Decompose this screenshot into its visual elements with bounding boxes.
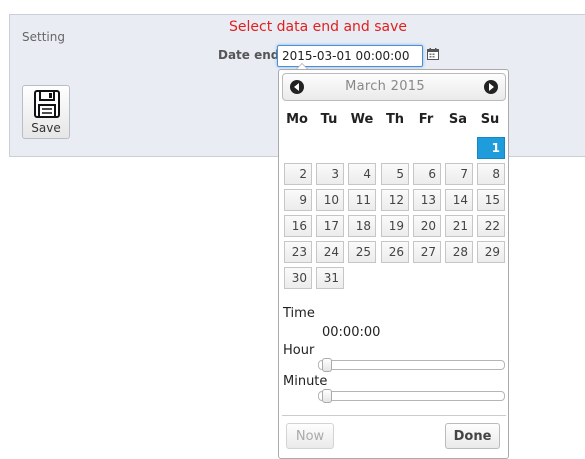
calendar-day[interactable]: 12 — [381, 189, 409, 211]
weekday-header: We — [350, 112, 374, 127]
calendar-day[interactable]: 17 — [316, 215, 344, 237]
calendar-day[interactable]: 14 — [445, 189, 473, 211]
save-button-label: Save — [31, 121, 61, 135]
minute-label: Minute — [283, 374, 328, 389]
calendar-day[interactable]: 3 — [316, 163, 344, 185]
chevron-right-icon — [489, 83, 494, 91]
floppy-disk-icon — [34, 90, 60, 118]
calendar-day[interactable]: 25 — [348, 241, 376, 263]
calendar-day[interactable]: 2 — [284, 163, 312, 185]
calendar-day[interactable]: 8 — [477, 163, 505, 185]
calendar-day[interactable]: 9 — [284, 189, 312, 211]
weekday-header: Fr — [418, 112, 434, 127]
calendar-icon[interactable] — [427, 48, 439, 60]
calendar-day[interactable]: 19 — [381, 215, 409, 237]
calendar-day[interactable]: 22 — [477, 215, 505, 237]
datepicker-caret-inner — [297, 64, 307, 69]
notice-text: Select data end and save — [229, 19, 408, 35]
hour-slider[interactable] — [318, 358, 505, 372]
calendar-day[interactable]: 31 — [316, 267, 344, 289]
calendar-day[interactable]: 5 — [381, 163, 409, 185]
weekday-header: Sa — [448, 112, 468, 127]
next-month-button[interactable] — [484, 80, 498, 94]
calendar-day[interactable]: 16 — [284, 215, 312, 237]
time-label: Time — [283, 306, 315, 321]
calendar-day[interactable]: 29 — [477, 241, 505, 263]
minute-slider[interactable] — [318, 389, 505, 403]
calendar-day[interactable]: 20 — [413, 215, 441, 237]
calendar-day[interactable]: 23 — [284, 241, 312, 263]
now-button[interactable]: Now — [286, 423, 334, 449]
calendar-day[interactable]: 7 — [445, 163, 473, 185]
setting-label: Setting — [22, 30, 65, 44]
calendar-day[interactable]: 10 — [316, 189, 344, 211]
hour-label: Hour — [283, 343, 315, 358]
calendar-day[interactable]: 18 — [348, 215, 376, 237]
calendar-day[interactable]: 28 — [445, 241, 473, 263]
save-button[interactable]: Save — [22, 85, 70, 139]
button-pane-divider — [282, 415, 506, 416]
calendar-day[interactable]: 6 — [413, 163, 441, 185]
calendar-day[interactable]: 13 — [413, 189, 441, 211]
time-value: 00:00:00 — [322, 325, 381, 340]
minute-slider-handle[interactable] — [322, 389, 332, 403]
calendar-day[interactable]: 1 — [477, 137, 505, 159]
calendar-day[interactable]: 4 — [348, 163, 376, 185]
weekday-header: Su — [480, 112, 500, 127]
calendar-day[interactable]: 24 — [316, 241, 344, 263]
calendar-day[interactable]: 11 — [348, 189, 376, 211]
calendar-day[interactable]: 15 — [477, 189, 505, 211]
weekday-header: Th — [385, 112, 405, 127]
done-button[interactable]: Done — [445, 423, 500, 449]
weekday-header: Mo — [286, 112, 308, 127]
calendar-day[interactable]: 21 — [445, 215, 473, 237]
hour-slider-handle[interactable] — [322, 358, 332, 372]
calendar-day[interactable]: 27 — [413, 241, 441, 263]
calendar-day[interactable]: 30 — [284, 267, 312, 289]
weekday-header: Tu — [320, 112, 338, 127]
date-end-label: Date end — [218, 48, 280, 62]
calendar-day[interactable]: 26 — [381, 241, 409, 263]
month-title: March 2015 — [345, 79, 425, 94]
